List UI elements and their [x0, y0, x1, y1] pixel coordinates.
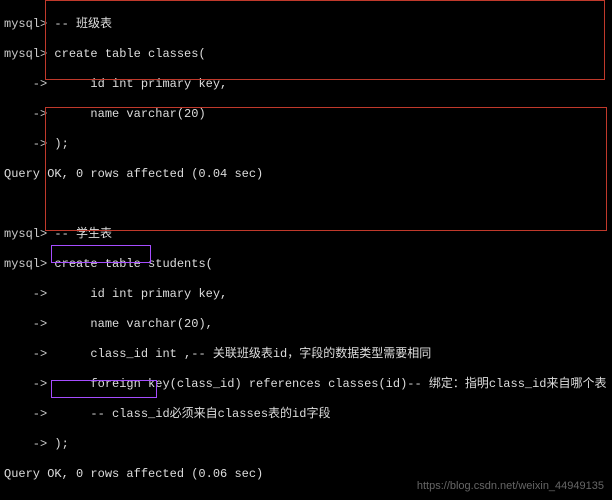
sql-statement: create table students(	[54, 257, 212, 271]
terminal-output: mysql> -- 班级表 mysql> create table classe…	[0, 0, 612, 500]
sql-statement: name varchar(20)	[54, 107, 205, 121]
continuation-prompt: ->	[4, 407, 54, 421]
continuation-prompt: ->	[4, 437, 54, 451]
sql-comment: -- 学生表	[54, 227, 112, 241]
watermark-text: https://blog.csdn.net/weixin_44949135	[417, 480, 604, 494]
sql-statement: );	[54, 437, 68, 451]
sql-statement: class_id int ,-- 关联班级表id，字段的数据类型需要相同	[54, 347, 431, 361]
continuation-prompt: ->	[4, 77, 54, 91]
mysql-prompt: mysql>	[4, 227, 54, 241]
continuation-prompt: ->	[4, 107, 54, 121]
sql-statement: );	[54, 137, 68, 151]
sql-statement: name varchar(20),	[54, 317, 212, 331]
mysql-prompt: mysql>	[4, 47, 54, 61]
continuation-prompt: ->	[4, 347, 54, 361]
continuation-prompt: ->	[4, 287, 54, 301]
sql-statement: foreign key(class_id) references classes…	[54, 377, 606, 391]
sql-statement: create table classes(	[54, 47, 205, 61]
mysql-prompt: mysql>	[4, 257, 54, 271]
continuation-prompt: ->	[4, 377, 54, 391]
sql-statement: id int primary key,	[54, 77, 227, 91]
sql-comment: -- class_id必须来自classes表的id字段	[54, 407, 330, 421]
sql-comment: -- 班级表	[54, 17, 112, 31]
continuation-prompt: ->	[4, 317, 54, 331]
query-result: Query OK, 0 rows affected (0.04 sec)	[4, 167, 608, 182]
sql-statement: id int primary key,	[54, 287, 227, 301]
continuation-prompt: ->	[4, 137, 54, 151]
mysql-prompt: mysql>	[4, 17, 54, 31]
